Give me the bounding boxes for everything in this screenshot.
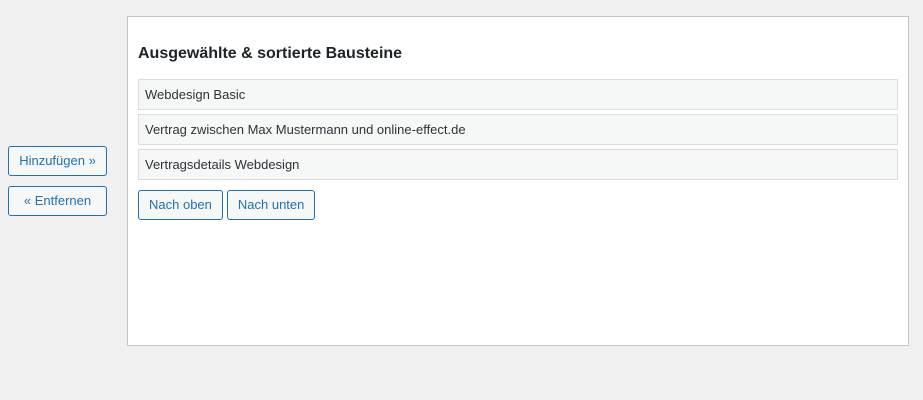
list-item[interactable]: Vertrag zwischen Max Mustermann und onli… [138,114,898,145]
add-button[interactable]: Hinzufügen » [8,146,107,176]
move-down-button[interactable]: Nach unten [226,190,316,220]
list-item[interactable]: Vertragsdetails Webdesign [138,149,898,180]
selected-blocks-list: Webdesign Basic Vertrag zwischen Max Mus… [138,79,898,184]
selected-blocks-panel: Ausgewählte & sortierte Bausteine Webdes… [127,16,909,346]
list-item[interactable]: Webdesign Basic [138,79,898,110]
panel-title: Ausgewählte & sortierte Bausteine [138,45,403,62]
remove-button[interactable]: « Entfernen [8,186,107,216]
block-selection-screen: Hinzufügen » « Entfernen Ausgewählte & s… [0,0,923,400]
order-controls: Nach oben Nach unten [138,190,316,220]
move-up-button[interactable]: Nach oben [138,190,223,220]
